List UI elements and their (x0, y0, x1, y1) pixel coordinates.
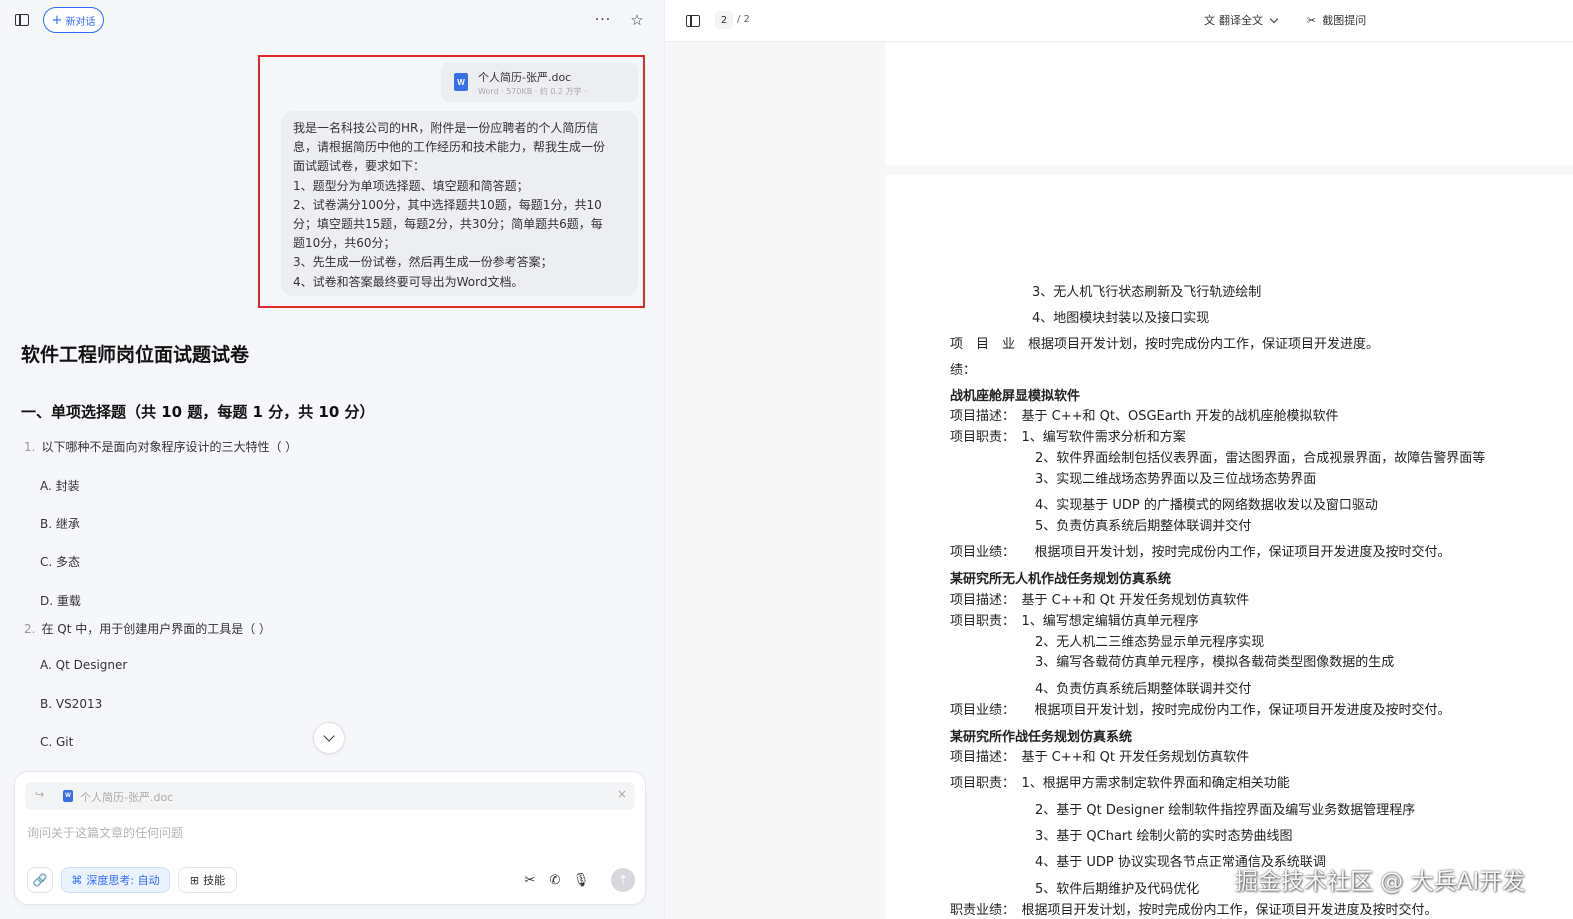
document-line: 绩： (950, 363, 977, 378)
message-line: 题10分，共60分； (293, 236, 396, 251)
document-line: 2、无人机二三维态势显示单元程序实现 (1035, 635, 1265, 650)
phone-icon[interactable]: ✆ (546, 871, 564, 889)
deep-think-button[interactable]: ⌘ 深度思考: 自动 (61, 867, 170, 893)
document-page (885, 43, 1573, 165)
message-line: 分；填空题共15题，每题2分，共30分；简单题共6题，每 (293, 217, 603, 232)
document-line: 4、地图模块封装以及接口实现 (1032, 311, 1210, 326)
more-options-icon[interactable]: ··· (592, 10, 614, 30)
document-heading: 某研究所作战任务规划仿真系统 (950, 730, 1133, 745)
attachment-meta: Word · 570KB · 约 0.2 万字 · (478, 87, 587, 96)
attachment-name: 个人简历-张严.doc (478, 71, 572, 84)
question-number: 1. (24, 440, 36, 454)
screenshot-ask-label: 截图提问 (1322, 14, 1367, 27)
translate-icon: 文 (1204, 14, 1215, 27)
skills-label: 技能 (203, 874, 226, 887)
message-line: 我是一名科技公司的HR，附件是一份应聘者的个人简历信 (293, 121, 599, 135)
question-text: 在 Qt 中，用于创建用户界面的工具是（ ） (41, 622, 272, 636)
word-file-icon: W (454, 73, 468, 91)
document-line: 2、软件界面绘制包括仪表界面，雷达图界面，合成视景界面，故障告警界面等 (1035, 451, 1486, 466)
chat-input-box: ↪ W 个人简历-张严.doc × 询问关于这篇文章的任何问题 🔗 ⌘ 深度思考… (14, 771, 646, 905)
question-item: 2. 在 Qt 中，用于创建用户界面的工具是（ ） (24, 620, 271, 637)
document-line: 2、基于 Qt Designer 绘制软件指控界面及编写业务数据管理程序 (1035, 803, 1416, 818)
page-total: / 2 (737, 14, 750, 25)
answer-option: B. 继承 (40, 517, 80, 531)
question-item: 1. 以下哪种不是面向对象程序设计的三大特性（ ） (24, 438, 297, 455)
document-viewer: 2 / 2 文 翻译全文 ✂ 截图提问 3、无人机飞行状态刷新及飞行轨迹绘制 4、… (664, 0, 1573, 919)
watermark: 掘金技术社区 @ 大兵AI开发 (1235, 869, 1526, 895)
document-line: 职责业绩： 根据项目开发计划，按时完成份内工作，保证项目开发进度及按时交付。 (950, 903, 1438, 918)
star-icon[interactable]: ☆ (626, 9, 648, 31)
document-line: 项目业绩： 根据项目开发计划，按时完成份内工作，保证项目开发进度及按时交付。 (950, 703, 1451, 718)
answer-option: A. 封装 (40, 479, 80, 493)
new-chat-button[interactable]: + 新对话 (43, 7, 104, 33)
answer-option: B. VS2013 (40, 697, 103, 711)
document-line: 3、无人机飞行状态刷新及飞行轨迹绘制 (1032, 285, 1262, 300)
message-line: 4、试卷和答案最终要可导出为Word文档。 (293, 274, 524, 289)
document-line: 项目业绩： 根据项目开发计划，按时完成份内工作，保证项目开发进度及按时交付。 (950, 545, 1451, 560)
word-file-icon: W (63, 790, 73, 802)
document-line: 项目职责： 1、编写软件需求分析和方案 (950, 430, 1186, 445)
new-chat-label: 新对话 (65, 16, 96, 28)
document-line: 3、编写各载荷仿真单元程序，模拟各载荷类型图像数据的生成 (1035, 655, 1395, 670)
attachment-card[interactable]: W 个人简历-张严.doc Word · 570KB · 约 0.2 万字 · (441, 62, 638, 102)
answer-option: C. Git (40, 735, 74, 749)
scissors-icon[interactable]: ✂ (521, 871, 539, 889)
document-heading: 某研究所无人机作战任务规划仿真系统 (950, 572, 1172, 587)
viewer-sidebar-icon[interactable] (682, 11, 704, 31)
document-line: 项目职责： 1、根据甲方需求制定软件界面和确定相关功能 (950, 776, 1290, 791)
reply-icon: ↪ (35, 788, 45, 801)
question-number: 2. (24, 622, 36, 636)
translate-label: 翻译全文 (1219, 14, 1263, 27)
message-line: 面试题试卷，要求如下： (293, 159, 426, 174)
document-heading: 战机座舱屏显模拟软件 (950, 389, 1081, 404)
chevron-down-icon (323, 730, 335, 742)
document-line: 项 目 业 根据项目开发计划，按时完成份内工作，保证项目开发进度。 (950, 337, 1380, 352)
message-line: 息，请根据简历中他的工作经历和技术能力，帮我生成一份 (293, 140, 606, 155)
grid-icon: ⊞ (189, 873, 200, 887)
plus-icon: + (51, 12, 63, 28)
message-line: 3、先生成一份试卷，然后再生成一份参考答案； (293, 255, 553, 270)
section-title: 一、单项选择题（共 10 题，每题 1 分，共 10 分） (21, 403, 375, 421)
page-number-input[interactable]: 2 (715, 11, 733, 29)
translate-button[interactable]: 文 翻译全文 (1204, 12, 1279, 28)
sidebar-toggle-icon[interactable] (11, 10, 33, 30)
deep-think-label: 深度思考: 自动 (86, 874, 160, 887)
document-line: 4、实现基于 UDP 的广播模式的网络数据收发以及窗口驱动 (1035, 498, 1378, 513)
document-line: 项目职责： 1、编写想定编辑仿真单元程序 (950, 614, 1199, 629)
document-line: 项目描述： 基于 C++和 Qt 开发任务规划仿真软件 (950, 750, 1250, 765)
deep-think-icon: ⌘ (71, 873, 83, 887)
viewer-toolbar: 2 / 2 文 翻译全文 ✂ 截图提问 (665, 0, 1573, 42)
message-input[interactable]: 询问关于这篇文章的任何问题 (27, 824, 183, 841)
message-line: 2、试卷满分100分，其中选择题共10题，每题1分，共10 (293, 197, 602, 212)
answer-option: C. 多态 (40, 555, 81, 569)
document-line: 5、软件后期维护及代码优化 (1035, 882, 1200, 897)
attached-file-chip: ↪ W 个人简历-张严.doc × (25, 782, 635, 810)
attached-file-name: 个人简历-张严.doc (80, 791, 174, 804)
user-message-bubble: 我是一名科技公司的HR，附件是一份应聘者的个人简历信 息，请根据简历中他的工作经… (281, 111, 638, 296)
document-line: 项目描述： 基于 C++和 Qt 开发任务规划仿真软件 (950, 593, 1250, 608)
document-line: 3、基于 QChart 绘制火箭的实时态势曲线图 (1035, 829, 1293, 844)
answer-option: A. Qt Designer (40, 658, 128, 672)
document-line: 4、负责仿真系统后期整体联调并交付 (1035, 682, 1252, 697)
chat-pane: + 新对话 ··· ☆ W 个人简历-张严.doc Word · 570KB ·… (0, 0, 664, 919)
skills-button[interactable]: ⊞ 技能 (178, 867, 237, 893)
chevron-down-icon (1269, 14, 1279, 23)
document-line: 5、负责仿真系统后期整体联调并交付 (1035, 519, 1252, 534)
send-button[interactable]: ↑ (611, 868, 635, 892)
answer-option: D. 重载 (40, 594, 81, 608)
message-line: 1、题型分为单项选择题、填空题和简答题； (293, 178, 529, 193)
screenshot-ask-button[interactable]: ✂ 截图提问 (1307, 12, 1366, 28)
scissors-icon: ✂ (1307, 13, 1317, 27)
scroll-down-button[interactable] (313, 722, 345, 754)
microphone-icon[interactable]: 🎙 (572, 871, 590, 889)
answer-title: 软件工程师岗位面试题试卷 (21, 344, 250, 366)
question-text: 以下哪种不是面向对象程序设计的三大特性（ ） (41, 440, 298, 454)
document-line: 3、实现二维战场态势界面以及三位战场态势界面 (1035, 472, 1317, 487)
close-icon[interactable]: × (617, 787, 627, 801)
paperclip-icon: 🔗 (32, 873, 48, 887)
chat-topbar: + 新对话 ··· ☆ (0, 0, 664, 40)
document-line: 项目描述： 基于 C++和 Qt、OSGEarth 开发的战机座舱模拟软件 (950, 409, 1339, 424)
attach-button[interactable]: 🔗 (27, 867, 53, 893)
